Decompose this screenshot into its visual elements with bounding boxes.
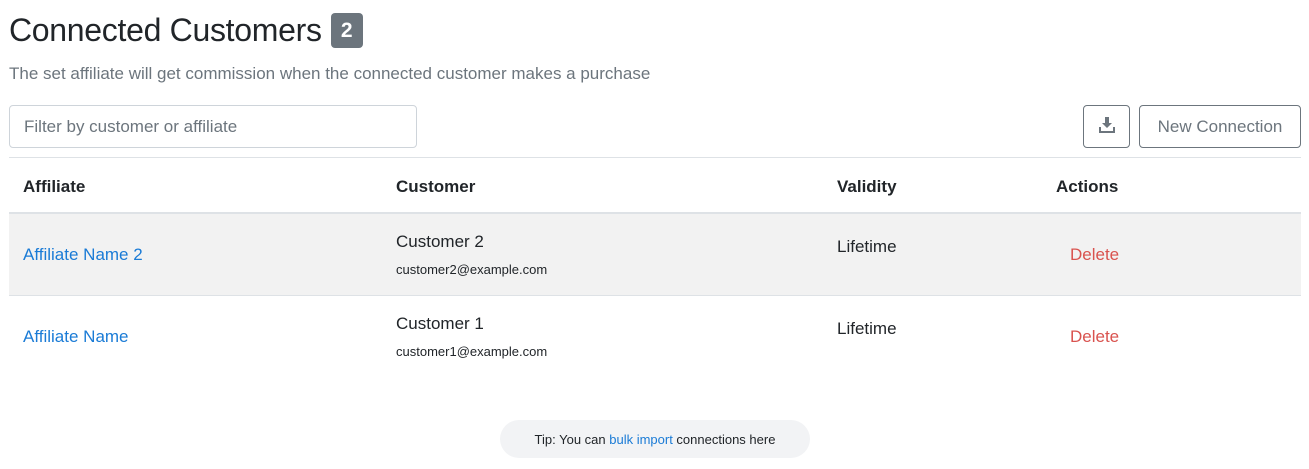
- tip-prefix: Tip: You can: [534, 431, 610, 447]
- column-header-customer: Customer: [396, 177, 476, 196]
- delete-button[interactable]: Delete: [1070, 245, 1119, 265]
- toolbar: New Connection: [9, 105, 1301, 148]
- connections-table: Affiliate Customer Validity Actions Affi…: [9, 157, 1301, 378]
- customer-email: customer2@example.com: [396, 262, 548, 277]
- affiliate-link[interactable]: Affiliate Name: [23, 327, 129, 347]
- new-connection-button[interactable]: New Connection: [1139, 105, 1301, 148]
- table-row: Affiliate Name 2 Customer 2 customer2@ex…: [9, 214, 1301, 296]
- download-icon: [1098, 116, 1116, 137]
- column-header-actions: Actions: [1056, 177, 1119, 196]
- filter-input[interactable]: [9, 105, 417, 148]
- count-badge: 2: [330, 13, 363, 48]
- validity-value: Lifetime: [837, 237, 897, 256]
- tip-suffix: connections here: [672, 431, 776, 447]
- affiliate-link[interactable]: Affiliate Name 2: [23, 245, 143, 265]
- column-header-affiliate: Affiliate: [23, 177, 86, 196]
- customer-name: Customer 1: [396, 314, 484, 333]
- delete-button[interactable]: Delete: [1070, 327, 1119, 347]
- table-header: Affiliate Customer Validity Actions: [9, 157, 1301, 214]
- page-title: Connected Customers: [9, 12, 322, 48]
- table-row: Affiliate Name Customer 1 customer1@exam…: [9, 296, 1301, 378]
- page-header: Connected Customers 2: [9, 12, 363, 49]
- bulk-import-link[interactable]: bulk import: [609, 432, 673, 447]
- customer-name: Customer 2: [396, 232, 484, 251]
- download-button[interactable]: [1083, 105, 1130, 148]
- page-subtitle: The set affiliate will get commission wh…: [9, 64, 651, 83]
- customer-email: customer1@example.com: [396, 344, 548, 359]
- column-header-validity: Validity: [837, 177, 897, 196]
- validity-value: Lifetime: [837, 319, 897, 338]
- tip-banner: Tip: You can bulk import connections her…: [500, 420, 810, 458]
